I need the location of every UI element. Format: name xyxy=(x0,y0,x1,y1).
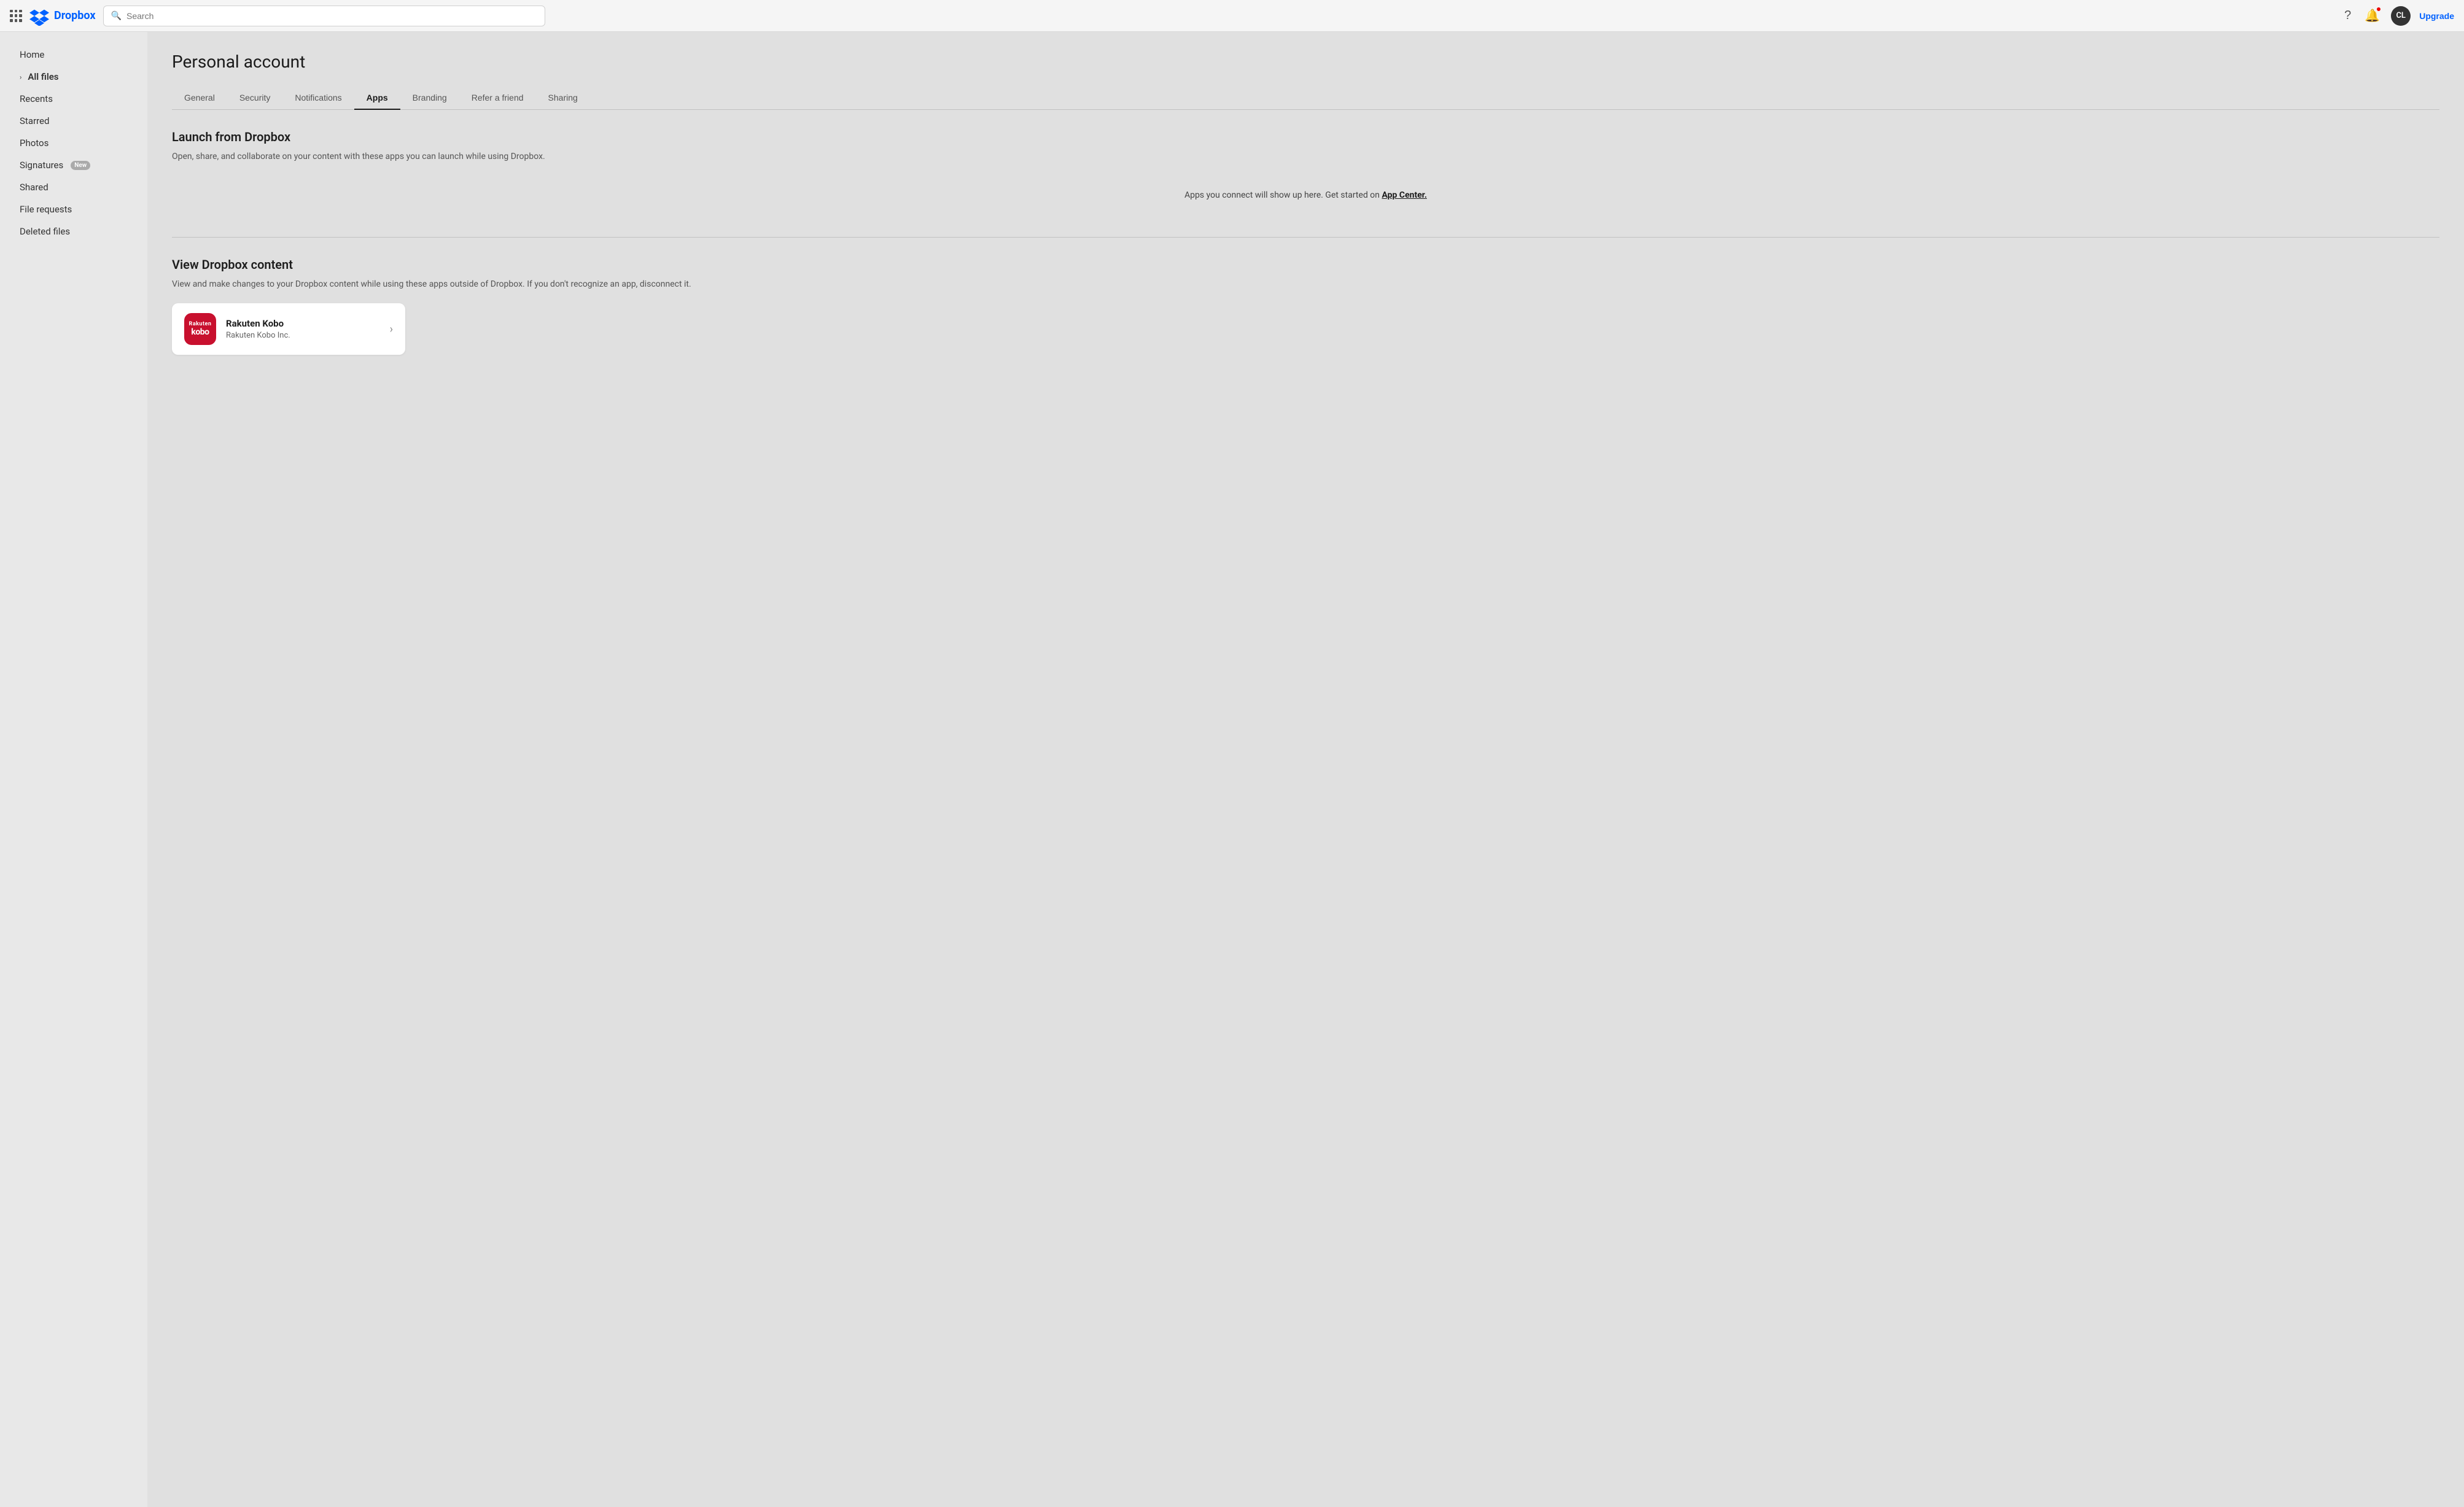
sidebar-item-label: File requests xyxy=(20,204,72,215)
sidebar-item-recents[interactable]: Recents xyxy=(5,88,142,109)
tab-general[interactable]: General xyxy=(172,87,227,110)
sidebar-item-photos[interactable]: Photos xyxy=(5,133,142,153)
help-icon: ? xyxy=(2344,9,2351,22)
logo-top-text: Rakuten xyxy=(189,322,212,327)
logo-inner: Rakuten kobo xyxy=(189,322,212,337)
app-card-rakuten-kobo[interactable]: Rakuten kobo Rakuten Kobo Rakuten Kobo I… xyxy=(172,303,405,355)
page-title: Personal account xyxy=(172,52,2439,72)
search-input[interactable] xyxy=(126,11,537,21)
launch-section-desc: Open, share, and collaborate on your con… xyxy=(172,150,2439,163)
sidebar-item-label: Shared xyxy=(20,182,49,193)
dropbox-logo[interactable]: Dropbox xyxy=(29,6,96,26)
tab-refer-a-friend[interactable]: Refer a friend xyxy=(459,87,536,110)
section-divider xyxy=(172,237,2439,238)
upgrade-button[interactable]: Upgrade xyxy=(2419,11,2454,21)
sidebar-item-label: Home xyxy=(20,49,44,60)
sidebar-item-home[interactable]: Home xyxy=(5,44,142,65)
logo-text: Dropbox xyxy=(54,9,96,22)
main-content: Personal account General Security Notifi… xyxy=(147,32,2464,1507)
notifications-button[interactable]: 🔔 xyxy=(2362,6,2382,26)
rakuten-kobo-logo: Rakuten kobo xyxy=(184,313,216,345)
grid-menu-icon[interactable] xyxy=(10,10,22,22)
sidebar-item-deleted-files[interactable]: Deleted files xyxy=(5,221,142,242)
sidebar-item-label: Photos xyxy=(20,138,49,149)
sidebar-item-all-files[interactable]: › All files xyxy=(5,66,142,87)
view-section-title: View Dropbox content xyxy=(172,257,2439,272)
chevron-right-icon: › xyxy=(20,73,21,81)
search-icon: 🔍 xyxy=(111,11,122,21)
view-section: View Dropbox content View and make chang… xyxy=(172,257,2439,355)
notification-dot xyxy=(2376,7,2381,12)
app-center-link[interactable]: App Center. xyxy=(1382,190,1427,200)
tab-notifications[interactable]: Notifications xyxy=(282,87,354,110)
help-button[interactable]: ? xyxy=(2342,6,2353,25)
tab-apps[interactable]: Apps xyxy=(354,87,400,110)
chevron-right-icon: › xyxy=(390,323,393,336)
settings-tabs: General Security Notifications Apps Bran… xyxy=(172,87,2439,110)
sidebar-item-label: Signatures xyxy=(20,160,63,171)
launch-section: Launch from Dropbox Open, share, and col… xyxy=(172,130,2439,212)
avatar[interactable]: CL xyxy=(2391,6,2411,26)
app-name: Rakuten Kobo xyxy=(226,318,390,329)
tab-branding[interactable]: Branding xyxy=(400,87,459,110)
app-list: Rakuten kobo Rakuten Kobo Rakuten Kobo I… xyxy=(172,303,2439,355)
avatar-initials: CL xyxy=(2396,11,2406,20)
search-bar[interactable]: 🔍 xyxy=(103,6,545,26)
sidebar-item-shared[interactable]: Shared xyxy=(5,177,142,198)
launch-section-title: Launch from Dropbox xyxy=(172,130,2439,144)
empty-state-prefix: Apps you connect will show up here. Get … xyxy=(1184,190,1382,200)
new-badge: New xyxy=(71,161,90,170)
sidebar-item-label: Recents xyxy=(20,93,53,104)
topbar-right: ? 🔔 CL Upgrade xyxy=(2342,6,2454,26)
logo-bottom-text: kobo xyxy=(189,327,212,337)
sidebar-item-label: Starred xyxy=(20,115,49,126)
launch-empty-state: Apps you connect will show up here. Get … xyxy=(172,176,2439,212)
tab-sharing[interactable]: Sharing xyxy=(536,87,590,110)
app-subtitle: Rakuten Kobo Inc. xyxy=(226,331,390,340)
app-info: Rakuten Kobo Rakuten Kobo Inc. xyxy=(226,318,390,340)
sidebar-item-file-requests[interactable]: File requests xyxy=(5,199,142,220)
sidebar-item-label: All files xyxy=(28,71,58,82)
sidebar-item-signatures[interactable]: Signatures New xyxy=(5,155,142,176)
app-layout: Home › All files Recents Starred Photos … xyxy=(0,32,2464,1507)
view-section-desc: View and make changes to your Dropbox co… xyxy=(172,278,2439,291)
sidebar-item-label: Deleted files xyxy=(20,226,70,237)
sidebar-item-starred[interactable]: Starred xyxy=(5,110,142,131)
sidebar: Home › All files Recents Starred Photos … xyxy=(0,32,147,1507)
topbar: Dropbox 🔍 ? 🔔 CL Upgrade xyxy=(0,0,2464,32)
tab-security[interactable]: Security xyxy=(227,87,283,110)
